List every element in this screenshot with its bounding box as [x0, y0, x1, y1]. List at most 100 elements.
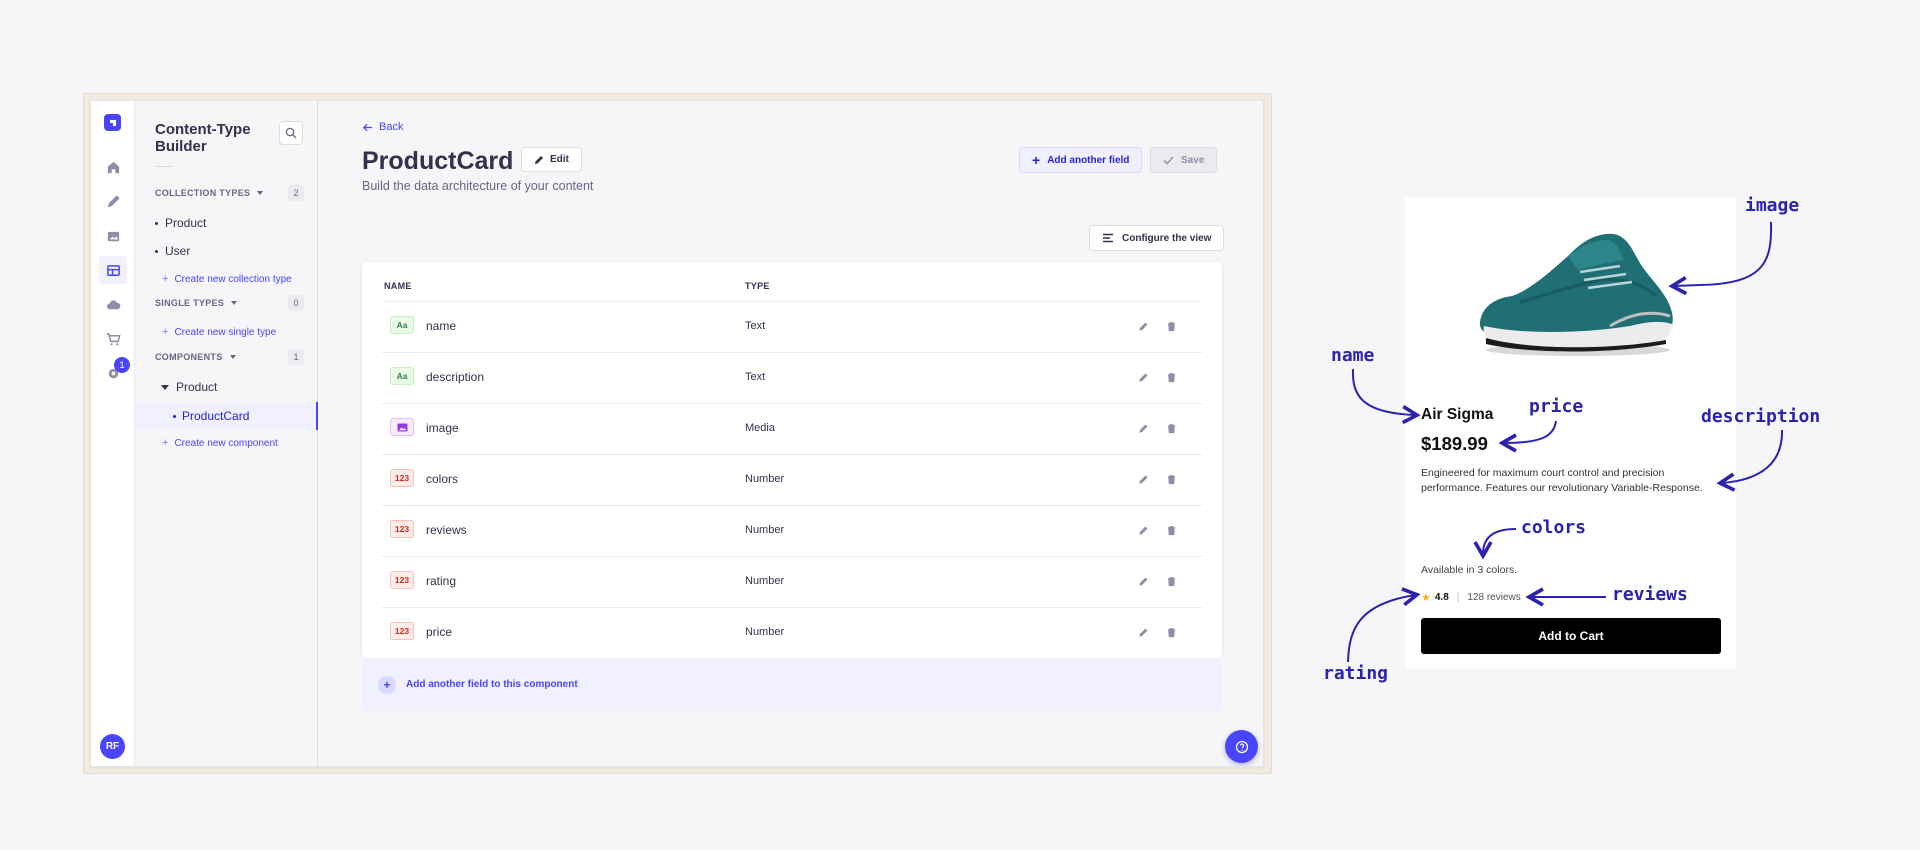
edit-field-pencil-icon[interactable]: [1136, 319, 1150, 333]
product-name: Air Sigma: [1421, 406, 1494, 423]
single-types-count: 0: [288, 295, 304, 311]
check-icon: [1163, 155, 1174, 165]
components-toggle[interactable]: COMPONENTS: [155, 352, 236, 362]
help-button[interactable]: [1225, 730, 1258, 763]
product-description: Engineered for maximum court control and…: [1421, 467, 1703, 494]
content-type-builder-icon[interactable]: [99, 256, 127, 284]
plus-icon: +: [162, 273, 169, 285]
single-types-toggle[interactable]: SINGLE TYPES: [155, 298, 238, 308]
content-manager-icon[interactable]: [99, 187, 127, 215]
sidebar-item-user[interactable]: User: [155, 244, 190, 258]
field-type: Number: [745, 524, 785, 536]
caret-down-icon: [161, 384, 169, 390]
back-link[interactable]: Back: [362, 121, 403, 133]
sneaker-image: [1479, 233, 1673, 356]
table-row[interactable]: Aa description Text: [382, 352, 1202, 403]
table-row[interactable]: Aa name Text: [382, 301, 1202, 352]
product-colors: Available in 3 colors.: [1421, 564, 1518, 576]
table-row[interactable]: 123 rating Number: [382, 556, 1202, 607]
search-icon: [285, 127, 297, 139]
settings-badge: 1: [114, 357, 130, 373]
delete-field-trash-icon[interactable]: [1164, 574, 1178, 588]
review-count[interactable]: 128 reviews: [1467, 592, 1520, 603]
edit-field-pencil-icon[interactable]: [1136, 472, 1150, 486]
fields-table: NAME TYPE Aa name Text Aa description Text ima…: [362, 262, 1222, 658]
edit-button[interactable]: Edit: [521, 147, 582, 172]
edit-field-pencil-icon[interactable]: [1136, 370, 1150, 384]
field-name: colors: [426, 472, 459, 486]
add-component-field-button[interactable]: + Add another field to this component: [362, 658, 1222, 711]
number-field-icon: 123: [390, 469, 414, 487]
field-type: Number: [745, 575, 785, 587]
plus-icon: +: [162, 437, 169, 449]
delete-field-trash-icon[interactable]: [1164, 523, 1178, 537]
annotation-price: price: [1529, 396, 1584, 417]
media-field-icon: [390, 418, 414, 436]
delete-field-trash-icon[interactable]: [1164, 472, 1178, 486]
admin-window: 1 RF Content-Type Builder COLLECTION TYP…: [90, 100, 1264, 767]
collection-types-toggle[interactable]: COLLECTION TYPES: [155, 188, 264, 198]
plus-icon: +: [1032, 152, 1041, 168]
edit-field-pencil-icon[interactable]: [1136, 625, 1150, 639]
subnav-search-button[interactable]: [279, 121, 303, 145]
field-type: Text: [745, 371, 766, 383]
create-component-link[interactable]: + Create new component: [162, 437, 278, 449]
delete-field-trash-icon[interactable]: [1164, 421, 1178, 435]
annotation-name: name: [1331, 345, 1375, 366]
annotation-rating: rating: [1323, 663, 1389, 684]
title-divider: [155, 166, 173, 167]
number-field-icon: 123: [390, 520, 414, 538]
home-icon[interactable]: [99, 153, 127, 181]
number-field-icon: 123: [390, 571, 414, 589]
sidebar-item-product[interactable]: Product: [155, 216, 206, 230]
product-price: $189.99: [1421, 433, 1488, 454]
sidebar-item-productcard[interactable]: ProductCard: [173, 409, 249, 423]
edit-field-pencil-icon[interactable]: [1136, 523, 1150, 537]
media-library-icon[interactable]: [99, 222, 127, 250]
main-content: Back ProductCard Edit Build the data arc…: [318, 101, 1263, 766]
chevron-down-icon: [231, 301, 238, 305]
pencil-icon: [535, 155, 543, 164]
edit-field-pencil-icon[interactable]: [1136, 574, 1150, 588]
add-another-field-button[interactable]: + Add another field: [1019, 147, 1143, 173]
field-name: description: [426, 370, 485, 384]
plus-icon: +: [162, 326, 169, 338]
field-name: rating: [426, 574, 457, 588]
save-button[interactable]: Save: [1150, 147, 1218, 173]
field-name: reviews: [426, 523, 467, 537]
collection-types-count: 2: [288, 185, 304, 201]
main-nav: 1 RF: [91, 101, 135, 766]
column-header-name: NAME: [384, 281, 412, 291]
chevron-down-icon: [229, 355, 236, 359]
field-type: Number: [745, 626, 785, 638]
annotation-reviews: reviews: [1612, 584, 1688, 605]
field-name: price: [426, 625, 453, 639]
table-row[interactable]: image Media: [382, 403, 1202, 454]
create-collection-type-link[interactable]: + Create new collection type: [162, 273, 292, 285]
plus-circle-icon: +: [378, 675, 396, 694]
chevron-down-icon: [257, 191, 264, 195]
delete-field-trash-icon[interactable]: [1164, 319, 1178, 333]
edit-field-pencil-icon[interactable]: [1136, 421, 1150, 435]
delete-field-trash-icon[interactable]: [1164, 370, 1178, 384]
arrow-left-icon: [362, 123, 373, 131]
field-type: Text: [745, 320, 766, 332]
rating-value: 4.8: [1434, 592, 1449, 603]
add-to-cart-button[interactable]: Add to Cart: [1421, 618, 1721, 654]
table-row[interactable]: 123 price Number: [382, 607, 1202, 658]
page-title: ProductCard: [362, 147, 514, 175]
marketplace-cart-icon[interactable]: [99, 325, 127, 353]
component-category-product[interactable]: Product: [161, 380, 217, 394]
strapi-logo-icon[interactable]: [104, 114, 121, 131]
create-single-type-link[interactable]: + Create new single type: [162, 326, 276, 338]
table-row[interactable]: 123 reviews Number: [382, 505, 1202, 556]
user-avatar[interactable]: RF: [100, 734, 125, 759]
column-header-type: TYPE: [745, 281, 770, 291]
components-count: 1: [288, 349, 304, 365]
delete-field-trash-icon[interactable]: [1164, 625, 1178, 639]
cloud-icon[interactable]: [99, 291, 127, 319]
field-type: Number: [745, 473, 785, 485]
table-row[interactable]: 123 colors Number: [382, 454, 1202, 505]
subnav-title: Content-Type Builder: [155, 121, 251, 155]
configure-view-button[interactable]: Configure the view: [1089, 225, 1225, 251]
